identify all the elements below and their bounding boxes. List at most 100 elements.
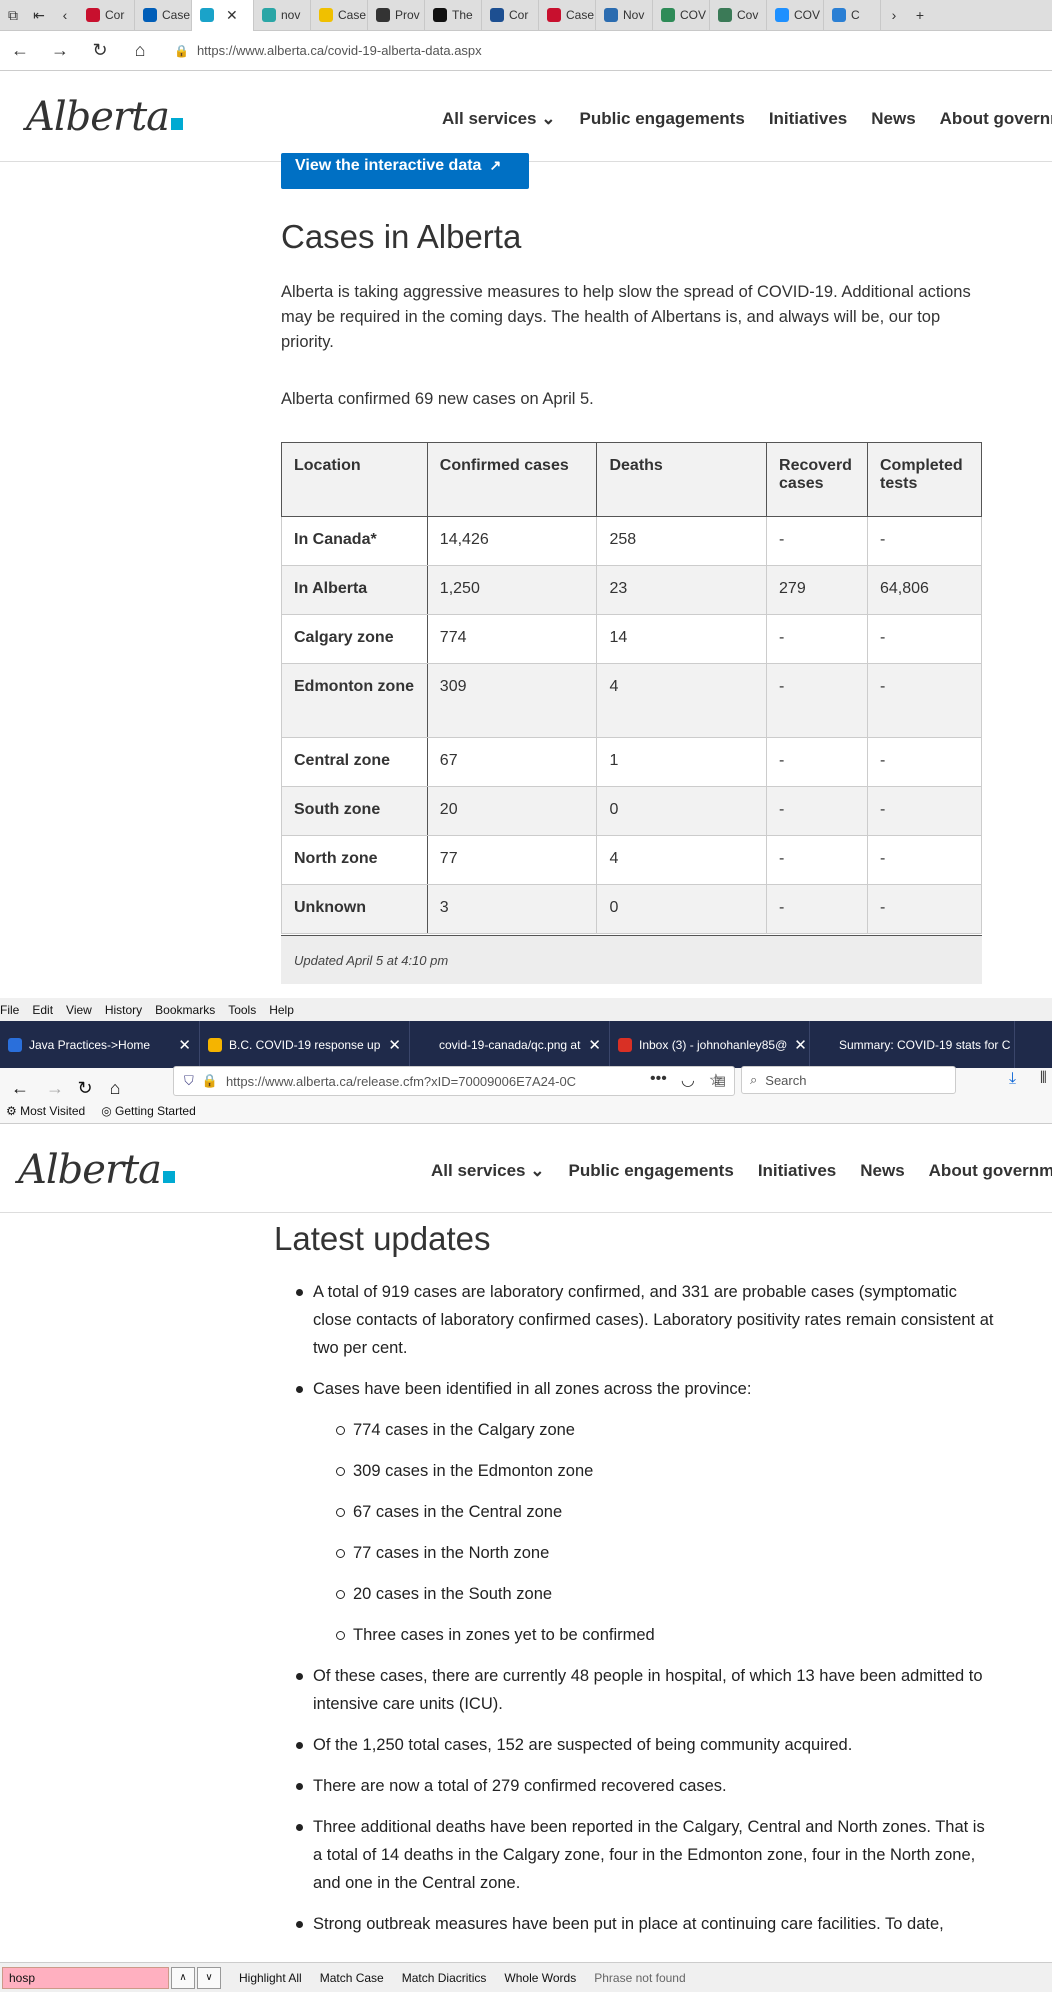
browser-tab[interactable]: B.C. COVID-19 response up ✕ <box>200 1021 410 1068</box>
bookmarks-toolbar: ⚙ Most Visited ◎ Getting Started <box>0 1098 1052 1124</box>
column-header: Deaths <box>596 442 768 517</box>
tabs-scroll-right-icon[interactable]: › <box>881 0 907 31</box>
row-label: Calgary zone <box>281 614 428 664</box>
menu-help[interactable]: Help <box>269 1003 294 1017</box>
alberta-logo[interactable]: Alberta <box>26 94 183 140</box>
browser-tab[interactable]: Nov <box>596 0 653 31</box>
browser-tab[interactable]: Cor <box>78 0 135 31</box>
view-interactive-data-button[interactable]: View the interactive data ↗ <box>281 153 529 189</box>
lock-icon: 🔒 <box>174 43 189 58</box>
table-cell: - <box>867 663 982 738</box>
browser-tab[interactable]: COV <box>767 0 824 31</box>
nav-label: All services <box>431 1161 526 1180</box>
search-placeholder: Search <box>765 1072 807 1088</box>
top-tab-bar: ⧉ ⇤ ‹ Cor Case ✕ nov Case Prov The Cor Case Nov CO… <box>0 0 1052 31</box>
nav-news[interactable]: News <box>860 1161 904 1181</box>
alberta-logo[interactable]: Alberta <box>18 1147 175 1193</box>
home-icon[interactable]: ⌂ <box>120 31 160 71</box>
bookmark-most-visited[interactable]: ⚙ Most Visited <box>6 1104 85 1118</box>
list-item-text: Of these cases, there are currently 48 p… <box>313 1667 983 1713</box>
updates-list: A total of 919 cases are laboratory conf… <box>274 1278 994 1951</box>
menu-history[interactable]: History <box>105 1003 142 1017</box>
zones-sublist: 774 cases in the Calgary zone 309 cases i… <box>313 1416 994 1649</box>
back-icon[interactable]: ← <box>0 31 40 71</box>
nav-about-government[interactable]: About governm <box>929 1161 1052 1181</box>
url-field[interactable]: 🔒 https://www.alberta.ca/covid-19-albert… <box>174 43 482 58</box>
page-actions-menu-icon[interactable]: ••• <box>650 1070 667 1090</box>
new-cases-note: Alberta confirmed 69 new cases on April … <box>281 390 594 408</box>
pocket-icon[interactable]: ◡ <box>681 1070 695 1090</box>
find-next-icon[interactable]: ∨ <box>197 1966 221 1989</box>
search-field[interactable]: ⌕ Search <box>741 1066 956 1094</box>
close-tab-icon[interactable]: ✕ <box>388 1036 401 1054</box>
browser-tab[interactable]: nov <box>254 0 311 31</box>
menu-file[interactable]: File <box>0 1003 19 1017</box>
site-header: Alberta All services ⌄ Public engagement… <box>0 1125 1052 1213</box>
find-match-case[interactable]: Match Case <box>320 1971 384 1985</box>
bookmark-star-icon[interactable]: ☆ <box>709 1070 723 1090</box>
nav-public-engagements[interactable]: Public engagements <box>568 1161 733 1181</box>
menu-tools[interactable]: Tools <box>228 1003 256 1017</box>
browser-tab[interactable]: Cor <box>482 0 539 31</box>
browser-tab[interactable]: Java Practices->Home ✕ <box>0 1021 200 1068</box>
find-match-diacritics[interactable]: Match Diacritics <box>402 1971 487 1985</box>
row-label: South zone <box>281 786 428 836</box>
nav-initiatives[interactable]: Initiatives <box>769 109 847 129</box>
table-cell: 258 <box>596 516 768 566</box>
list-item-text: Of the 1,250 total cases, 152 are suspec… <box>313 1736 853 1754</box>
close-tab-icon[interactable]: ✕ <box>178 1036 191 1054</box>
nav-all-services[interactable]: All services ⌄ <box>442 109 555 129</box>
menu-bookmarks[interactable]: Bookmarks <box>155 1003 215 1017</box>
tab-set-aside-icon[interactable]: ⇤ <box>26 0 52 31</box>
browser-tab[interactable]: ✕ <box>192 0 254 31</box>
browser-tab[interactable]: Summary: COVID-19 stats for C✕ <box>810 1021 1015 1068</box>
row-label: Unknown <box>281 884 428 934</box>
table-row: In Alberta 1,250 23 279 64,806 <box>281 565 982 615</box>
list-item-text: There are now a total of 279 confirmed r… <box>313 1777 727 1795</box>
tab-actions-icon[interactable]: ⧉ <box>0 0 26 31</box>
close-tab-icon[interactable]: ✕ <box>588 1036 601 1054</box>
browser-tab[interactable]: COV <box>653 0 710 31</box>
browser-tab[interactable]: Case <box>135 0 192 31</box>
table-row: Calgary zone 774 14- - <box>281 614 982 664</box>
refresh-icon[interactable]: ↻ <box>80 31 120 71</box>
forward-icon[interactable]: → <box>40 31 80 71</box>
nav-news[interactable]: News <box>871 109 915 129</box>
top-address-bar: ← → ↻ ⌂ 🔒 https://www.alberta.ca/covid-1… <box>0 31 1052 71</box>
browser-tab[interactable]: Case <box>311 0 368 31</box>
nav-label: All services <box>442 109 537 128</box>
find-whole-words[interactable]: Whole Words <box>504 1971 576 1985</box>
nav-initiatives[interactable]: Initiatives <box>758 1161 836 1181</box>
browser-tab[interactable]: covid-19-canada/qc.png at ✕ <box>410 1021 610 1068</box>
browser-tab[interactable]: Cov <box>710 0 767 31</box>
browser-tab[interactable]: Case <box>539 0 596 31</box>
nav-about-government[interactable]: About governm <box>940 109 1052 129</box>
find-highlight-all[interactable]: Highlight All <box>239 1971 302 1985</box>
table-cell: - <box>867 516 982 566</box>
menu-view[interactable]: View <box>66 1003 92 1017</box>
browser-tab[interactable]: Prov <box>368 0 425 31</box>
find-input[interactable]: hosp <box>2 1966 169 1989</box>
logo-square-icon <box>171 118 183 130</box>
find-previous-icon[interactable]: ∧ <box>171 1966 195 1989</box>
nav-public-engagements[interactable]: Public engagements <box>579 109 744 129</box>
tabs-scroll-left-icon[interactable]: ‹ <box>52 0 78 31</box>
table-cell: - <box>867 884 982 934</box>
tab-label: Summary: COVID-19 stats for C <box>839 1037 1011 1052</box>
downloads-icon[interactable]: ⤓ <box>1009 1070 1016 1088</box>
browser-tab[interactable]: Inbox (3) - johnohanley85@ ✕ <box>610 1021 810 1068</box>
menu-edit[interactable]: Edit <box>32 1003 53 1017</box>
favicon-icon <box>262 8 276 22</box>
tab-label: COV <box>794 8 821 22</box>
browser-tab[interactable]: C <box>824 0 881 31</box>
close-tab-icon[interactable]: ✕ <box>794 1036 807 1054</box>
list-item-text: A total of 919 cases are laboratory conf… <box>313 1283 994 1357</box>
close-tab-icon[interactable]: ✕ <box>226 7 238 24</box>
table-cell: 64,806 <box>867 565 982 615</box>
nav-all-services[interactable]: All services ⌄ <box>431 1161 544 1181</box>
zone-item: 77 cases in the North zone <box>313 1539 994 1567</box>
browser-tab[interactable]: The <box>425 0 482 31</box>
library-icon[interactable]: ⫴ <box>1040 1070 1047 1088</box>
new-tab-icon[interactable]: + <box>907 0 933 31</box>
bookmark-getting-started[interactable]: ◎ Getting Started <box>101 1104 196 1118</box>
